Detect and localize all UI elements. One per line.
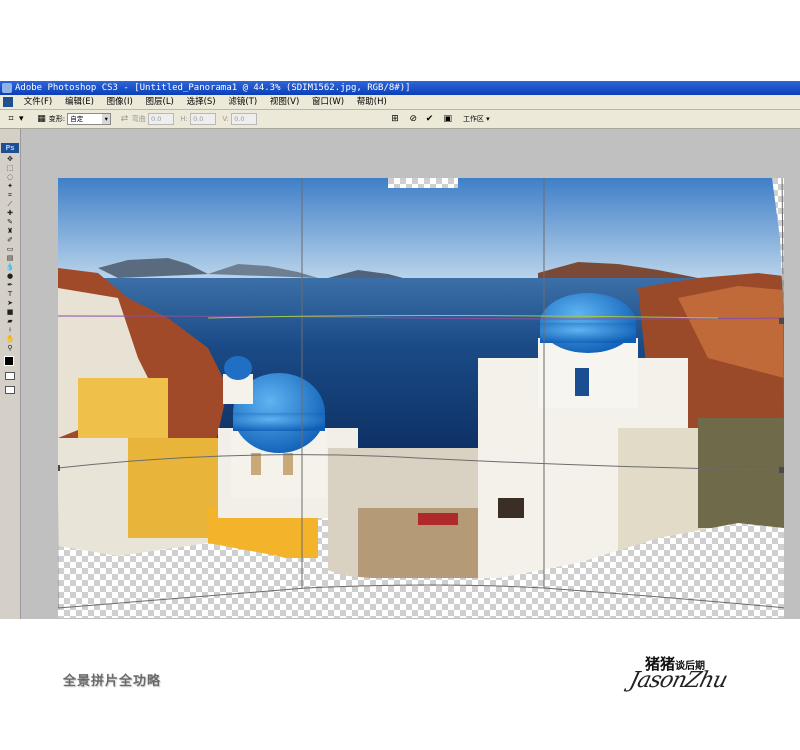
path-selection-tool-icon[interactable]: ➤ [5,299,15,307]
lasso-tool-icon[interactable]: ◌ [5,173,15,181]
marquee-tool-icon[interactable]: ⬚ [5,164,15,172]
options-bar: ⌗ ▾ ▦ 变形: 自定 ▾ ⇄ 弯曲 0.0 H: 0.0 V: 0.0 ⊞ ⊘… [0,110,800,129]
h-input[interactable]: 0.0 [190,113,217,125]
eyedropper-tool-icon[interactable]: ⟊ [5,326,15,334]
screen-mode-icon[interactable] [5,386,15,394]
commit-transform-icon[interactable]: ✔ [424,114,434,124]
gradient-tool-icon[interactable]: ▤ [5,254,15,262]
menu-help[interactable]: 帮助(H) [352,95,392,109]
mode-toggle-icon[interactable]: ⊞ [390,114,400,124]
zoom-tool-icon[interactable]: ⚲ [5,344,15,352]
article-caption: 全景拼片全功略 [63,674,162,689]
crop-tool-icon[interactable]: ⌗ [5,191,15,199]
blur-tool-icon[interactable]: 💧 [5,263,15,271]
menu-edit[interactable]: 编辑(E) [60,95,99,109]
pen-tool-icon[interactable]: ✒ [5,281,15,289]
slice-tool-icon[interactable]: ⟋ [5,200,15,208]
transform-label: 变形: [48,115,66,123]
v-input[interactable]: 0.0 [231,113,258,125]
menu-file[interactable]: 文件(F) [19,95,58,109]
menu-filter[interactable]: 滤镜(T) [223,95,262,109]
panorama-image [58,178,784,609]
hand-tool-icon[interactable]: ✋ [5,335,15,343]
clone-stamp-tool-icon[interactable]: ♜ [5,227,15,235]
cancel-transform-icon[interactable]: ⊘ [408,114,418,124]
eraser-tool-icon[interactable]: ▭ [5,245,15,253]
dodge-tool-icon[interactable]: ● [5,272,15,280]
document-icon[interactable] [3,97,13,107]
magic-wand-tool-icon[interactable]: ✦ [5,182,15,190]
type-tool-icon[interactable]: T [5,290,15,298]
warp-grid-icon[interactable]: ▦ [36,114,46,124]
menu-select[interactable]: 选择(S) [182,95,221,109]
window-title: Adobe Photoshop CS3 - [Untitled_Panorama… [15,83,411,93]
warp-style-select[interactable]: 自定 ▾ [67,113,112,125]
commit-group: ⊞ ⊘ ✔ ▣ 工作区 ▾ [390,110,490,128]
h-label: H: [180,115,188,123]
quick-mask-icon[interactable] [5,372,15,380]
bend-label: 弯曲 [131,115,146,123]
tools-panel: Ps ✥ ⬚ ◌ ✦ ⌗ ⟋ ✚ ✎ ♜ ✐ ▭ ▤ 💧 ● ✒ T ➤ ■ ▰… [0,129,21,619]
window-title-bar[interactable]: Adobe Photoshop CS3 - [Untitled_Panorama… [0,81,800,95]
transform-tool-preset-icon[interactable]: ⌗ [6,114,16,124]
menu-view[interactable]: 视图(V) [265,95,304,109]
menu-window[interactable]: 窗口(W) [307,95,349,109]
menu-image[interactable]: 图像(I) [102,95,138,109]
palette-well-icon[interactable]: ▣ [443,114,453,124]
history-brush-tool-icon[interactable]: ✐ [5,236,15,244]
notes-tool-icon[interactable]: ▰ [5,317,15,325]
menu-layer[interactable]: 图层(L) [141,95,179,109]
warp-orientation-icon[interactable]: ⇄ [120,114,130,124]
ps-badge: Ps [1,143,19,153]
author-signature: JasonZhu [626,668,730,693]
move-tool-icon[interactable]: ✥ [5,155,15,163]
v-label: V: [222,115,229,123]
bend-input[interactable]: 0.0 [148,113,174,125]
foreground-color-swatch[interactable] [4,356,14,366]
brush-tool-icon[interactable]: ✎ [5,218,15,226]
menu-bar: 文件(F) 编辑(E) 图像(I) 图层(L) 选择(S) 滤镜(T) 视图(V… [0,95,800,110]
workspace-menu-button[interactable]: 工作区 ▾ [463,115,490,123]
shape-tool-icon[interactable]: ■ [5,308,15,316]
preset-dropdown-icon[interactable]: ▾ [18,114,24,124]
photoshop-app-icon [2,83,12,93]
document-canvas[interactable] [58,178,784,618]
healing-brush-tool-icon[interactable]: ✚ [5,209,15,217]
